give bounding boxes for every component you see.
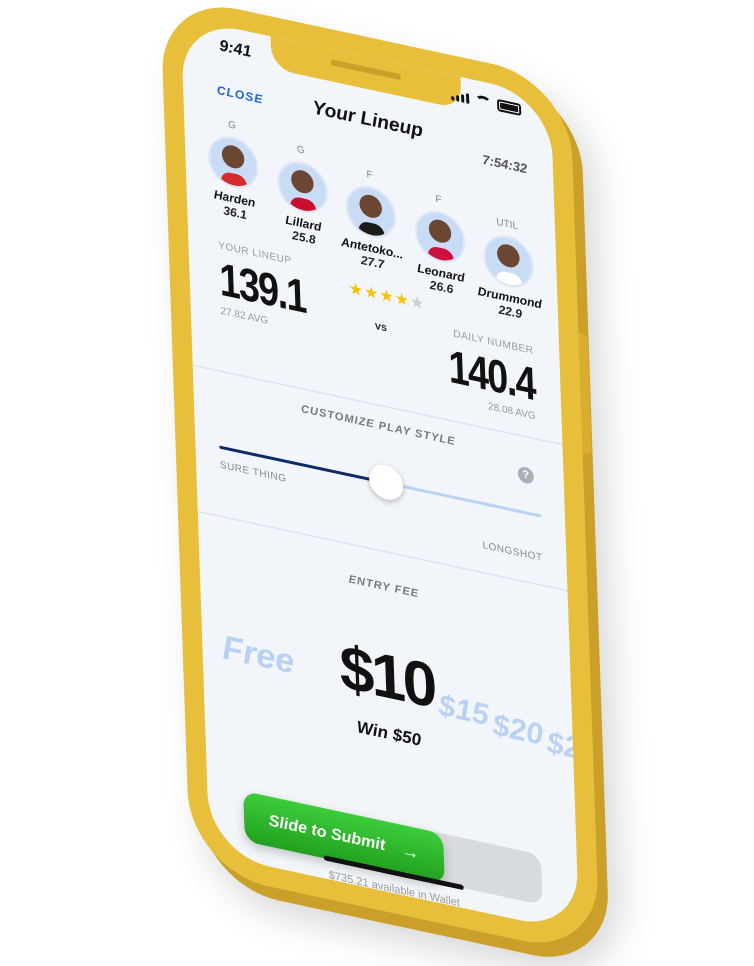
player-position: F xyxy=(435,193,442,207)
stage: 9:41 CLOSE Your Lineup 7:54:32 G Harden … xyxy=(0,0,754,966)
player-position: G xyxy=(296,143,305,157)
player-position: G xyxy=(227,119,237,132)
submit-label: Slide to Submit xyxy=(268,812,386,855)
entry-fee-picker[interactable]: Free $10 $15 $20 $2 Win $50 xyxy=(201,602,580,792)
player-position: F xyxy=(366,168,373,182)
longshot-label: LONGSHOT xyxy=(482,539,543,564)
vs-label: vs xyxy=(374,319,388,335)
slider-thumb[interactable] xyxy=(369,461,405,504)
rating-stars: ★★★★★ xyxy=(348,278,425,315)
player-position: UTIL xyxy=(496,216,519,233)
star-icon: ★★★★ xyxy=(348,280,411,311)
player-avatar xyxy=(207,131,260,193)
side-button xyxy=(578,332,592,456)
player-avatar xyxy=(482,230,535,292)
battery-icon xyxy=(496,98,522,117)
daily-number-block: DAILY NUMBER 140.4 28.08 AVG xyxy=(428,323,536,423)
phone-frame: 9:41 CLOSE Your Lineup 7:54:32 G Harden … xyxy=(159,0,601,958)
player-avatar xyxy=(413,206,466,268)
half-star-icon: ★ xyxy=(409,293,426,314)
arrow-right-icon: → xyxy=(400,839,420,864)
player-avatar xyxy=(345,181,397,243)
status-time: 9:41 xyxy=(219,37,252,62)
speaker xyxy=(330,59,402,81)
sure-thing-label: SURE THING xyxy=(219,459,287,485)
wifi-icon xyxy=(474,94,492,110)
phone-screen: 9:41 CLOSE Your Lineup 7:54:32 G Harden … xyxy=(180,17,580,933)
status-icons xyxy=(451,89,522,117)
slide-to-submit-button[interactable]: Slide to Submit → xyxy=(243,790,445,885)
player-avatar xyxy=(276,156,328,218)
help-icon[interactable]: ? xyxy=(517,465,535,486)
